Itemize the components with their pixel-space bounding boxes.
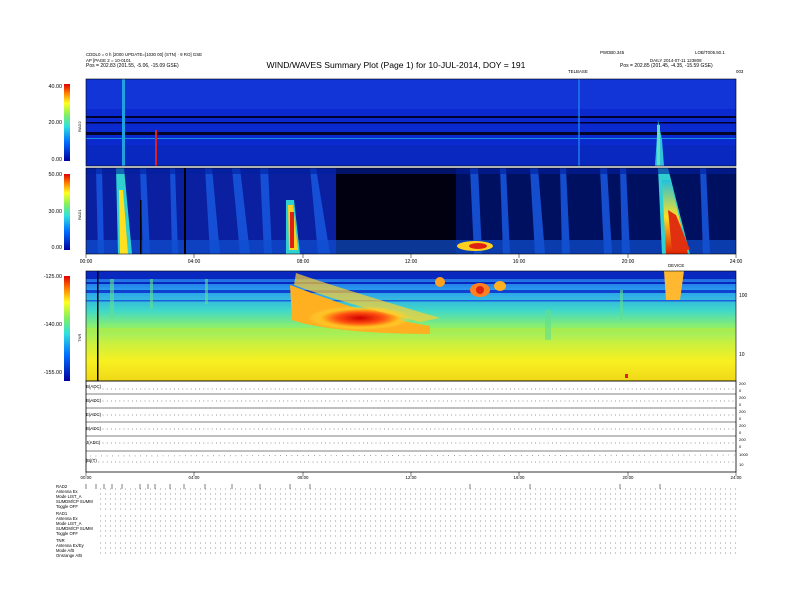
trace3-right-bottom: 0 <box>739 416 742 421</box>
x-tick-lower-5: 20:00 <box>622 475 634 480</box>
tnr-right-tick-10: 10 <box>739 352 745 358</box>
rad1-tick-bottom: 0.00 <box>51 245 63 251</box>
summary-plot <box>64 78 737 554</box>
rad2-colorbar <box>64 84 70 161</box>
x-tick-upper-2: 08:00 <box>296 259 310 265</box>
status-line-4: Toggle OFF <box>56 504 78 509</box>
x-tick-lower-0: 00:00 <box>80 475 92 480</box>
x-tick-upper-1: 04:00 <box>187 259 201 265</box>
rad2-spectrogram <box>86 79 736 166</box>
trace-label-3: E(ADC) <box>86 412 102 417</box>
trace2-right-top: 200 <box>739 395 746 400</box>
trace-label-6: |B|(T) <box>86 458 97 463</box>
rad1-spectrogram <box>86 168 736 254</box>
status-rows <box>100 488 736 554</box>
rad1-tick-mid: 30.00 <box>48 209 63 215</box>
trace1-right-bottom: 0 <box>739 388 742 393</box>
rad2-tick-mid: 20.00 <box>48 120 63 126</box>
rad2-panel-label: RAD2 <box>77 121 82 132</box>
rad1-colorbar <box>64 174 70 250</box>
rad1-tick-top: 50.00 <box>48 172 63 178</box>
rad2-tick-top: 40.00 <box>48 84 63 90</box>
trace4-right-top: 200 <box>739 423 746 428</box>
trace-label-5: J(ADC) <box>86 440 101 445</box>
trace-label-1: B(ADC) <box>86 384 102 389</box>
tnr-tick-bottom: -155.00 <box>43 370 62 376</box>
x-tick-lower-4: 16:00 <box>513 475 525 480</box>
tnr-panel-label: TNR <box>77 333 82 342</box>
trace6-right-bottom: 10 <box>739 462 744 467</box>
trace5-right-top: 200 <box>739 437 746 442</box>
trace-panels <box>85 380 737 473</box>
x-tick-lower-6: 24:00 <box>730 475 742 480</box>
x-tick-upper-0: 00:00 <box>79 259 93 265</box>
rad1-panel-label: RAD1 <box>77 209 82 220</box>
tnr-colorbar <box>64 276 70 381</box>
status-line-13: Onsrange A/B <box>56 553 83 558</box>
x-tick-lower-1: 04:00 <box>188 475 200 480</box>
x-tick-upper-4: 16:00 <box>512 259 526 265</box>
trace-label-4: B(ADC) <box>86 426 102 431</box>
trace-label-2: B(ADC) <box>86 398 102 403</box>
status-ticks <box>85 484 661 489</box>
tnr-tick-mid: -140.00 <box>43 322 62 328</box>
x-tick-lower-2: 08:00 <box>297 475 309 480</box>
trace6-right-top: 1000 <box>739 452 748 457</box>
trace4-right-bottom: 0 <box>739 430 742 435</box>
tnr-right-tick-100: 100 <box>739 293 748 299</box>
status-line-9: Toggle OFF <box>56 531 78 536</box>
trace3-right-top: 200 <box>739 409 746 414</box>
rad2-tick-bottom: 0.00 <box>51 157 63 163</box>
x-tick-lower-3: 12:00 <box>405 475 417 480</box>
trace1-right-top: 200 <box>739 381 746 386</box>
tnr-spectrogram <box>86 271 736 381</box>
x-tick-upper-5: 20:00 <box>621 259 635 265</box>
tnr-tick-top: -125.00 <box>43 274 62 280</box>
trace2-right-bottom: 0 <box>739 402 742 407</box>
trace5-right-bottom: 0 <box>739 444 742 449</box>
x-tick-upper-6: 24:00 <box>729 259 743 265</box>
x-tick-upper-3: 12:00 <box>404 259 418 265</box>
